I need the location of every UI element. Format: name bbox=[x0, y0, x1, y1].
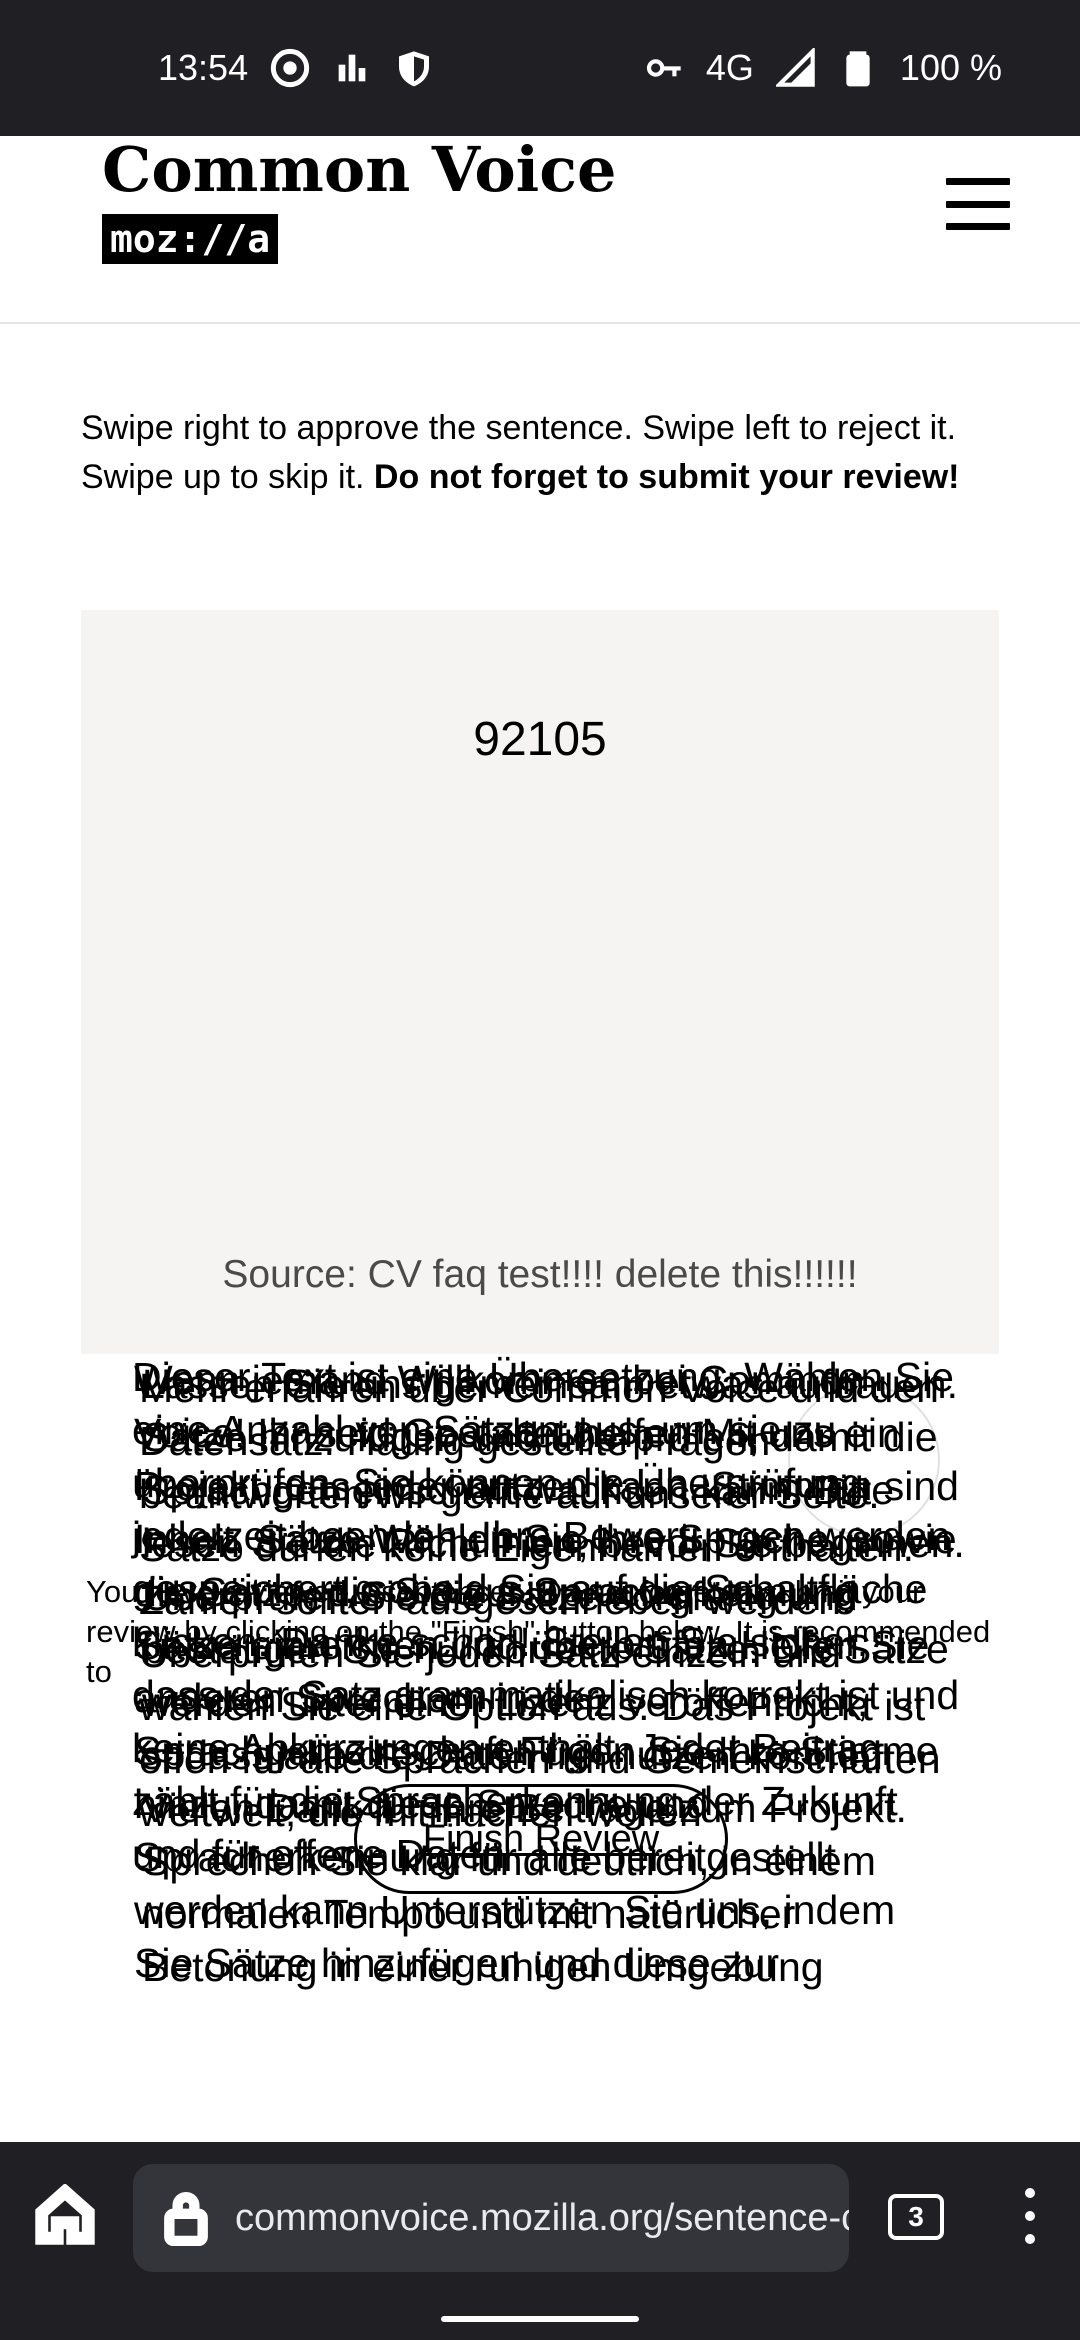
key-icon bbox=[644, 48, 684, 88]
browser-toolbar: commonvoice.mozilla.org/sentence-collect… bbox=[0, 2142, 1080, 2340]
tab-switcher-button[interactable]: 3 bbox=[888, 2194, 944, 2240]
battery-icon bbox=[838, 48, 878, 88]
more-options-icon[interactable] bbox=[1022, 2188, 1038, 2244]
menu-line bbox=[946, 178, 1010, 185]
menu-line bbox=[946, 200, 1010, 208]
kebab-dot bbox=[1025, 2234, 1035, 2244]
lock-icon bbox=[161, 2190, 211, 2247]
url-bar[interactable]: commonvoice.mozilla.org/sentence-collect… bbox=[133, 2164, 849, 2272]
sentence-card[interactable]: 92105 Source: CV faq test!!!! delete thi… bbox=[81, 610, 999, 1354]
site-header: Common Voice moz://a bbox=[0, 133, 1080, 324]
common-voice-logo[interactable]: Common Voice moz://a bbox=[102, 130, 616, 264]
kebab-dot bbox=[1025, 2188, 1035, 2198]
hamburger-menu-icon[interactable] bbox=[946, 172, 1010, 236]
shield-icon bbox=[394, 48, 434, 88]
status-time: 13:54 bbox=[158, 47, 249, 88]
mozilla-badge: moz://a bbox=[102, 214, 279, 264]
logo-title: Common Voice bbox=[102, 133, 617, 206]
finish-review-button[interactable]: Finish Review bbox=[354, 1784, 728, 1894]
skip-button[interactable] bbox=[788, 1384, 940, 1536]
status-right: 4G 100 % bbox=[644, 47, 1002, 89]
url-text: commonvoice.mozilla.org/sentence-collect… bbox=[235, 2196, 849, 2239]
swipe-instructions: Swipe right to approve the sentence. Swi… bbox=[81, 404, 1001, 502]
network-type: 4G bbox=[705, 47, 754, 88]
battery-level: 100 % bbox=[899, 47, 1002, 88]
review-count-text: You have reviewed 0 sentences. Do not fo… bbox=[86, 1574, 991, 1689]
instructions-bold: Do not forget to submit your review! bbox=[373, 458, 960, 496]
signal-bars-icon bbox=[332, 48, 372, 88]
home-icon[interactable] bbox=[34, 2183, 96, 2246]
sentence-text: 92105 bbox=[473, 713, 607, 766]
status-left: 13:54 bbox=[158, 47, 434, 89]
gesture-nav-bar[interactable] bbox=[441, 2316, 639, 2322]
menu-line bbox=[946, 223, 1010, 230]
review-controls-area: You have reviewed 0 sentences. Do not fo… bbox=[0, 1354, 1080, 2144]
g-circle-icon bbox=[270, 48, 310, 88]
sentence-source: Source: CV faq test!!!! delete this!!!!!… bbox=[222, 1253, 858, 1296]
status-bar: 13:54 4G 100 % bbox=[0, 0, 1080, 136]
cell-signal-icon bbox=[775, 48, 816, 88]
kebab-dot bbox=[1025, 2211, 1035, 2221]
